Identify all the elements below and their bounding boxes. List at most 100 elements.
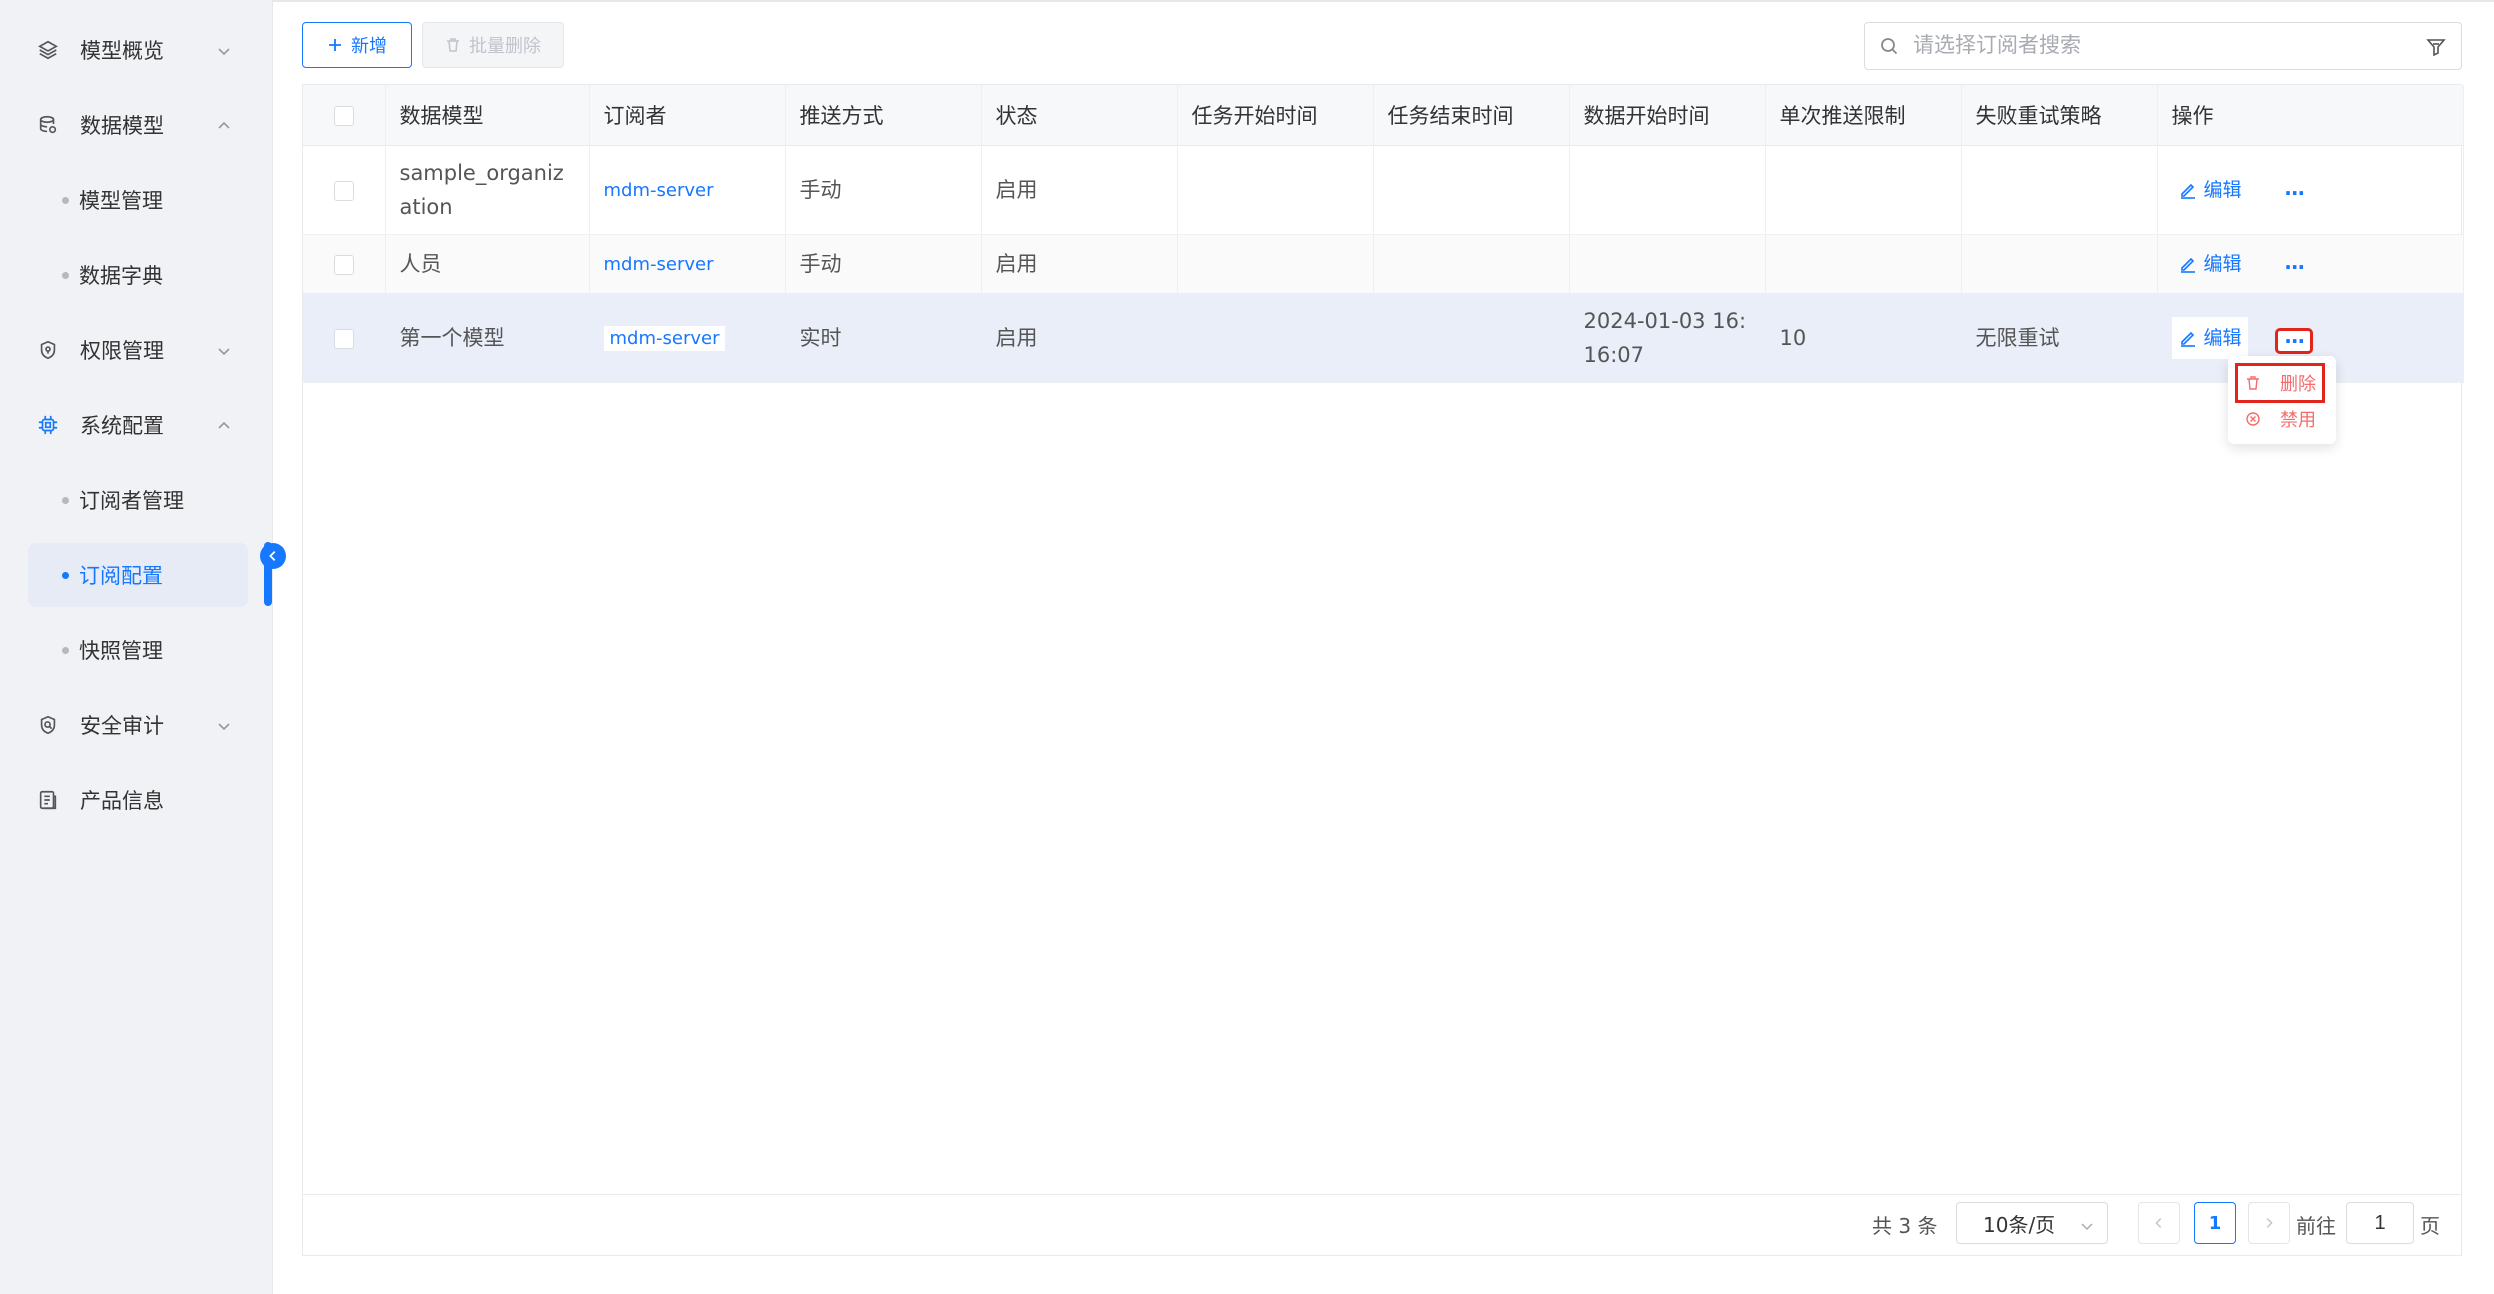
data-start-cell	[1569, 234, 1766, 294]
delete-label: 删除	[2280, 374, 2316, 395]
sidebar-item-model-overview[interactable]: 模型概览	[28, 18, 248, 82]
data-start-cell: 2024-01-03 16:16:07	[1569, 293, 1766, 383]
table-row: sample_organization mdm-server 手动 启用 编辑	[303, 145, 2464, 235]
subscriber-link[interactable]: mdm-server	[604, 254, 714, 275]
sidebar-item-label: 产品信息	[80, 789, 164, 813]
sidebar-collapse-button[interactable]	[260, 543, 286, 569]
sidebar-item-label: 安全审计	[80, 714, 164, 738]
search-icon	[1879, 36, 1899, 56]
disable-menu-item[interactable]: 禁用	[2238, 402, 2322, 436]
more-actions-button[interactable]: ···	[2275, 328, 2314, 354]
sidebar-subitem-snapshot-management[interactable]: 快照管理	[28, 618, 248, 682]
status-cell: 启用	[981, 293, 1178, 383]
page-size-select[interactable]: 10条/页	[1956, 1202, 2108, 1244]
column-header: 订阅者	[589, 85, 786, 146]
trash-icon	[445, 37, 461, 53]
select-all-cell	[303, 85, 386, 146]
sidebar-item-product-info[interactable]: 产品信息	[28, 768, 248, 832]
sidebar-item-permission[interactable]: 权限管理	[28, 318, 248, 382]
chevron-down-icon	[216, 715, 232, 731]
page-size-value: 10条/页	[1983, 1212, 2056, 1237]
edit-button[interactable]: 编辑	[2171, 317, 2248, 359]
search-input[interactable]	[1911, 33, 2395, 59]
more-actions-button[interactable]: ···	[2278, 257, 2310, 277]
task-start-cell	[1177, 293, 1374, 383]
edit-icon	[2178, 180, 2198, 200]
task-start-cell	[1177, 234, 1374, 294]
shield-icon	[36, 338, 60, 362]
retry-policy-cell	[1961, 234, 2158, 294]
push-limit-cell	[1765, 145, 1962, 235]
chevron-down-icon	[216, 340, 232, 356]
goto-page-input[interactable]	[2346, 1202, 2414, 1244]
bullet-dot	[62, 196, 69, 204]
task-start-cell	[1177, 145, 1374, 235]
push-limit-cell: 10	[1765, 293, 1962, 383]
subscriber-cell: mdm-server	[589, 234, 786, 294]
select-all-checkbox[interactable]	[333, 106, 354, 126]
push-mode-cell: 实时	[785, 293, 982, 383]
subscriber-cell: mdm-server	[589, 293, 786, 383]
row-checkbox[interactable]	[333, 255, 354, 275]
bullet-dot	[62, 271, 69, 279]
sidebar-subitem-subscriber-management[interactable]: 订阅者管理	[28, 468, 248, 532]
sidebar-subitem-subscription-config[interactable]: 订阅配置	[28, 543, 248, 607]
edit-button[interactable]: 编辑	[2172, 243, 2248, 285]
table-row: 第一个模型 mdm-server 实时 启用 2024-01-03 16:16:…	[303, 293, 2464, 383]
chevron-right-icon	[2262, 1216, 2276, 1230]
sidebar-item-system-config[interactable]: 系统配置	[28, 393, 248, 457]
row-select-cell	[303, 234, 386, 294]
document-icon	[36, 788, 60, 812]
batch-delete-label: 批量删除	[469, 36, 541, 57]
batch-delete-button[interactable]: 批量删除	[422, 22, 564, 68]
add-button[interactable]: 新增	[302, 22, 412, 68]
row-checkbox[interactable]	[333, 181, 354, 201]
delete-menu-item[interactable]: 删除	[2235, 363, 2325, 403]
subscriber-link[interactable]: mdm-server	[604, 180, 714, 201]
edit-label: 编辑	[2203, 179, 2242, 201]
filter-icon[interactable]	[2425, 36, 2447, 58]
row-select-cell	[303, 293, 386, 383]
prev-page-button[interactable]	[2138, 1202, 2180, 1244]
chevron-up-icon	[216, 115, 232, 131]
table-header-row: 数据模型 订阅者 推送方式 状态 任务开始时间 任务结束时间 数据开始时间 单次…	[303, 85, 2464, 146]
sidebar-item-label: 权限管理	[80, 339, 164, 363]
sidebar-subitem-label: 订阅配置	[79, 564, 163, 588]
status-cell: 启用	[981, 234, 1178, 294]
total-count: 共 3 条	[1872, 1213, 1938, 1238]
app-root: 模型概览 数据模型 模型管理 数据字典 权限管理 系统配置 订阅者管理 订阅配置…	[0, 0, 2494, 1294]
plus-icon	[327, 37, 343, 53]
next-page-button[interactable]	[2248, 1202, 2290, 1244]
chevron-down-icon	[216, 40, 232, 56]
bullet-dot	[62, 571, 69, 579]
more-actions-button[interactable]: ···	[2278, 183, 2310, 203]
column-header: 任务结束时间	[1373, 85, 1570, 146]
circle-x-icon	[2244, 410, 2262, 428]
subscriber-cell: mdm-server	[589, 145, 786, 235]
data-table: 数据模型 订阅者 推送方式 状态 任务开始时间 任务结束时间 数据开始时间 单次…	[303, 85, 2464, 383]
edit-button[interactable]: 编辑	[2172, 169, 2248, 211]
page-number-button[interactable]: 1	[2194, 1202, 2236, 1244]
sidebar-subitem-model-management[interactable]: 模型管理	[28, 168, 248, 232]
edit-label: 编辑	[2203, 327, 2242, 349]
edit-label: 编辑	[2203, 253, 2242, 275]
sidebar-item-label: 数据模型	[80, 114, 164, 138]
subscriber-link[interactable]: mdm-server	[603, 326, 726, 351]
subscriber-search[interactable]	[1864, 22, 2462, 70]
task-end-cell	[1373, 293, 1570, 383]
task-end-cell	[1373, 234, 1570, 294]
sidebar-item-data-model[interactable]: 数据模型	[28, 93, 248, 157]
sidebar-item-security-audit[interactable]: 安全审计	[28, 693, 248, 757]
page-suffix-label: 页	[2420, 1213, 2440, 1238]
chevron-left-icon	[2152, 1216, 2166, 1230]
sidebar-subitem-data-dictionary[interactable]: 数据字典	[28, 243, 248, 307]
column-header: 推送方式	[785, 85, 982, 146]
actions-cell: 编辑 ···	[2157, 234, 2464, 294]
audit-shield-icon	[36, 713, 60, 737]
bullet-dot	[62, 496, 69, 504]
status-cell: 启用	[981, 145, 1178, 235]
row-checkbox[interactable]	[333, 329, 354, 349]
sidebar-item-label: 系统配置	[80, 414, 164, 438]
chip-icon	[36, 413, 60, 437]
model-cell: sample_organization	[385, 145, 590, 235]
